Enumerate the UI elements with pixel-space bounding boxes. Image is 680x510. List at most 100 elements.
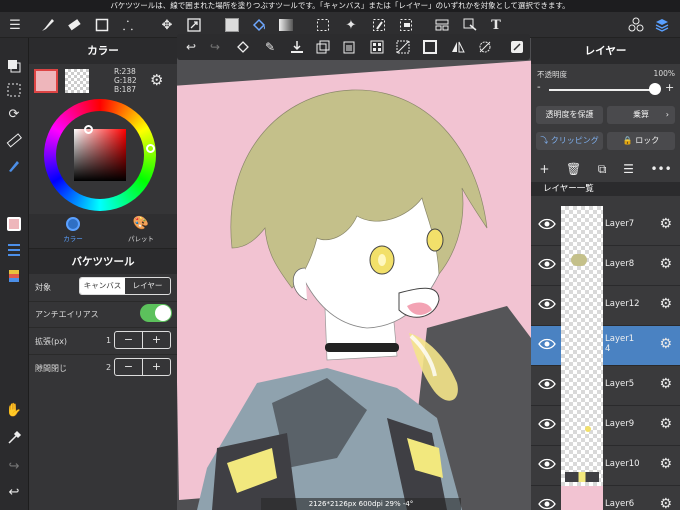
eraser-tool-icon[interactable] [64, 15, 84, 35]
blend-mode-button[interactable]: 乗算 › [607, 106, 675, 124]
clear-icon[interactable] [507, 37, 527, 57]
target-canvas-option[interactable]: キャンバス [80, 278, 125, 294]
saturation-square[interactable] [74, 129, 126, 181]
selection-show-icon[interactable] [4, 80, 24, 100]
rotate-reset-icon[interactable] [475, 37, 495, 57]
opacity-minus-button[interactable]: - [537, 82, 541, 93]
invert-selection-icon[interactable] [420, 37, 440, 57]
text-tool-icon[interactable]: T [486, 15, 506, 35]
eye-icon[interactable] [538, 458, 556, 470]
eye-icon[interactable] [538, 418, 556, 430]
hand-tool-icon[interactable]: ✋ [4, 400, 24, 420]
redo-icon[interactable]: ↪ [205, 37, 225, 57]
stabilizer-icon[interactable] [4, 156, 24, 176]
grid-icon[interactable] [367, 37, 387, 57]
canvas-area[interactable]: 2126*2126px 600dpi 29% -4° [177, 38, 531, 510]
hue-handle[interactable] [146, 144, 155, 153]
color-settings-gear-icon[interactable]: ⚙ [150, 71, 163, 89]
undo-icon[interactable]: ↩ [4, 482, 24, 502]
layer-settings-gear-icon[interactable]: ⚙ [659, 376, 672, 392]
dot-tool-icon[interactable]: ⸫ [118, 15, 138, 35]
layer-settings-gear-icon[interactable]: ⚙ [659, 256, 672, 272]
transform-tool-icon[interactable] [184, 15, 204, 35]
selection-pen-icon[interactable] [369, 15, 389, 35]
opacity-plus-button[interactable]: + [665, 81, 674, 94]
eye-icon[interactable] [538, 258, 556, 270]
layer-settings-gear-icon[interactable]: ⚙ [659, 336, 672, 352]
layer-settings-gear-icon[interactable]: ⚙ [659, 456, 672, 472]
operation-tool-icon[interactable] [460, 15, 480, 35]
layer-row[interactable]: Layer5 ⚙ [531, 366, 680, 406]
transform-icon[interactable] [233, 37, 253, 57]
more-icon[interactable]: ••• [650, 162, 671, 176]
magic-wand-icon[interactable]: ✦ [341, 15, 361, 35]
eye-icon[interactable] [538, 498, 556, 510]
frame-tool-icon[interactable] [432, 15, 452, 35]
move-tool-icon[interactable]: ✥ [157, 15, 177, 35]
selection-eraser-icon[interactable] [396, 15, 416, 35]
rotate-icon[interactable]: ⟳ [4, 104, 24, 124]
protect-alpha-button[interactable]: 透明度を保護 [536, 106, 603, 124]
shape-tool-icon[interactable] [92, 15, 112, 35]
eye-icon[interactable] [538, 298, 556, 310]
opacity-slider[interactable] [549, 89, 659, 91]
eye-icon[interactable] [538, 218, 556, 230]
layer-settings-gear-icon[interactable]: ⚙ [659, 216, 672, 232]
antialias-toggle[interactable] [140, 304, 172, 322]
color-window-icon[interactable] [4, 214, 24, 234]
layer-row[interactable]: Layer12 ⚙ [531, 286, 680, 326]
duplicate-layer-icon[interactable]: ⧉ [598, 162, 607, 177]
eye-icon[interactable] [538, 378, 556, 390]
deselect-icon[interactable] [393, 37, 413, 57]
bucket-tool-icon[interactable] [249, 15, 269, 35]
layer-settings-gear-icon[interactable]: ⚙ [659, 496, 672, 510]
clipping-button[interactable]: ⤵ クリッピング [536, 132, 603, 150]
opacity-slider-handle[interactable] [649, 83, 661, 95]
artwork-canvas[interactable] [177, 38, 531, 510]
layer-list-icon[interactable]: ☰ [623, 162, 634, 176]
add-layer-icon[interactable]: + [539, 162, 549, 176]
brush-tool-icon[interactable] [38, 15, 58, 35]
material-icon[interactable] [626, 15, 646, 35]
gap-plus-button[interactable]: + [143, 359, 170, 375]
layers-icon[interactable] [652, 15, 672, 35]
redo-icon[interactable]: ↪ [4, 456, 24, 476]
brush-window-icon[interactable] [4, 240, 24, 260]
undo-icon[interactable]: ↩ [181, 37, 201, 57]
gradient-tool-icon[interactable] [276, 15, 296, 35]
lock-button[interactable]: 🔒 ロック [607, 132, 675, 150]
main-color-swatch[interactable] [34, 69, 58, 93]
layer-settings-gear-icon[interactable]: ⚙ [659, 296, 672, 312]
ruler-icon[interactable] [4, 130, 24, 150]
fill-color-swatch[interactable] [222, 15, 242, 35]
layer-row[interactable]: Layer10 ⚙ [531, 446, 680, 486]
copy-icon[interactable] [313, 37, 333, 57]
layer-row-selected[interactable]: Layer1 4 ⚙ [531, 326, 680, 366]
tab-color[interactable]: カラー [54, 217, 92, 247]
target-layer-option[interactable]: レイヤー [125, 278, 170, 294]
flip-icon[interactable] [448, 37, 468, 57]
tab-palette[interactable]: 🎨 パレット [122, 217, 160, 247]
selection-tool-icon[interactable] [313, 15, 333, 35]
eyedropper-icon[interactable] [4, 428, 24, 448]
eye-icon[interactable] [538, 338, 556, 350]
layer-row[interactable]: Layer6 ⚙ [531, 486, 680, 510]
paste-icon[interactable] [339, 37, 359, 57]
save-download-icon[interactable] [287, 37, 307, 57]
layer-row[interactable]: Layer8 ⚙ [531, 246, 680, 286]
layer-thumbnail [561, 406, 603, 446]
expand-minus-button[interactable]: − [115, 332, 143, 348]
layer-row[interactable]: Layer7 ⚙ [531, 206, 680, 246]
layer-row[interactable]: Layer9 ⚙ [531, 406, 680, 446]
expand-plus-button[interactable]: + [143, 332, 170, 348]
layer-select-icon[interactable] [4, 56, 24, 76]
palette-window-icon[interactable] [4, 266, 24, 286]
color-picker-handle[interactable] [84, 125, 93, 134]
gap-close-value: 2 [106, 363, 112, 372]
gap-minus-button[interactable]: − [115, 359, 143, 375]
sub-color-swatch[interactable] [65, 69, 89, 93]
pen-icon[interactable]: ✎ [260, 37, 280, 57]
menu-icon[interactable]: ☰ [5, 15, 25, 35]
layer-settings-gear-icon[interactable]: ⚙ [659, 416, 672, 432]
delete-layer-icon[interactable]: 🗑 [566, 162, 581, 176]
